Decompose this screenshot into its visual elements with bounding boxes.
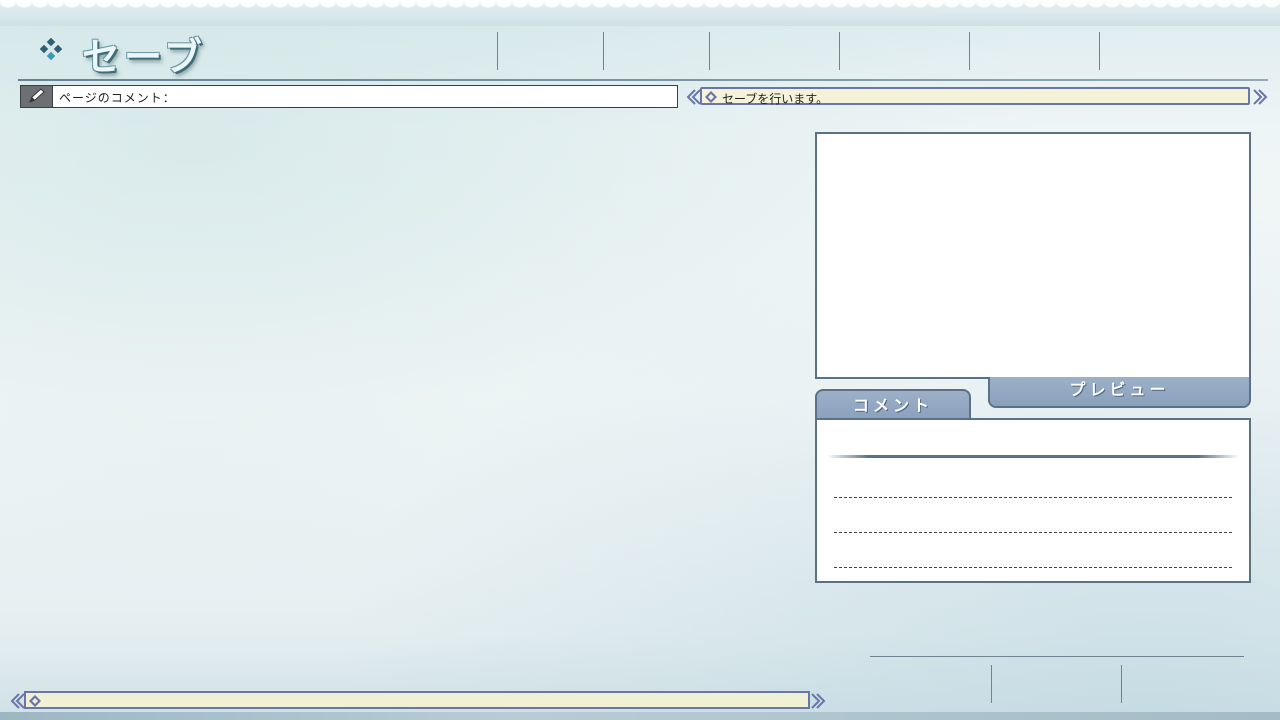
bottom-strip bbox=[0, 712, 1280, 720]
nav-divider bbox=[969, 32, 970, 70]
nav-divider bbox=[1099, 32, 1100, 70]
comment-title-line bbox=[827, 455, 1239, 458]
bottom-message-bar bbox=[10, 689, 826, 713]
page-comment-edit-button[interactable] bbox=[21, 86, 53, 107]
header-rule bbox=[18, 79, 1268, 81]
page-comment-field[interactable]: ページのコメント： bbox=[20, 85, 678, 108]
message-bar: セーブを行います。 bbox=[686, 86, 1268, 108]
diamond-cluster-icon bbox=[40, 38, 62, 60]
double-chevron-right-icon bbox=[1253, 89, 1268, 105]
tab-preview[interactable]: プレビュー bbox=[988, 377, 1251, 408]
footer-rule bbox=[870, 656, 1244, 657]
message-text: セーブを行います。 bbox=[722, 92, 829, 106]
page-title: セーブ bbox=[82, 35, 206, 79]
footer-divider bbox=[991, 665, 992, 703]
tab-comment[interactable]: コメント bbox=[815, 389, 971, 420]
preview-panel bbox=[815, 132, 1251, 379]
footer-divider bbox=[1121, 665, 1122, 703]
page-comment-label: ページのコメント： bbox=[59, 91, 176, 105]
comment-panel[interactable] bbox=[815, 418, 1251, 583]
header: セーブ bbox=[0, 26, 1280, 80]
diamond-marker-icon bbox=[705, 91, 717, 103]
nav-divider bbox=[497, 32, 498, 70]
comment-line bbox=[834, 532, 1232, 533]
nav-divider bbox=[839, 32, 840, 70]
bottom-message-track bbox=[24, 691, 810, 709]
pen-icon bbox=[29, 88, 45, 103]
diamond-marker-icon bbox=[29, 695, 41, 707]
comment-line bbox=[834, 567, 1232, 568]
nav-divider bbox=[603, 32, 604, 70]
nav-divider bbox=[709, 32, 710, 70]
comment-line bbox=[834, 497, 1232, 498]
lace-border bbox=[0, 0, 1280, 26]
double-chevron-right-icon bbox=[811, 693, 826, 709]
